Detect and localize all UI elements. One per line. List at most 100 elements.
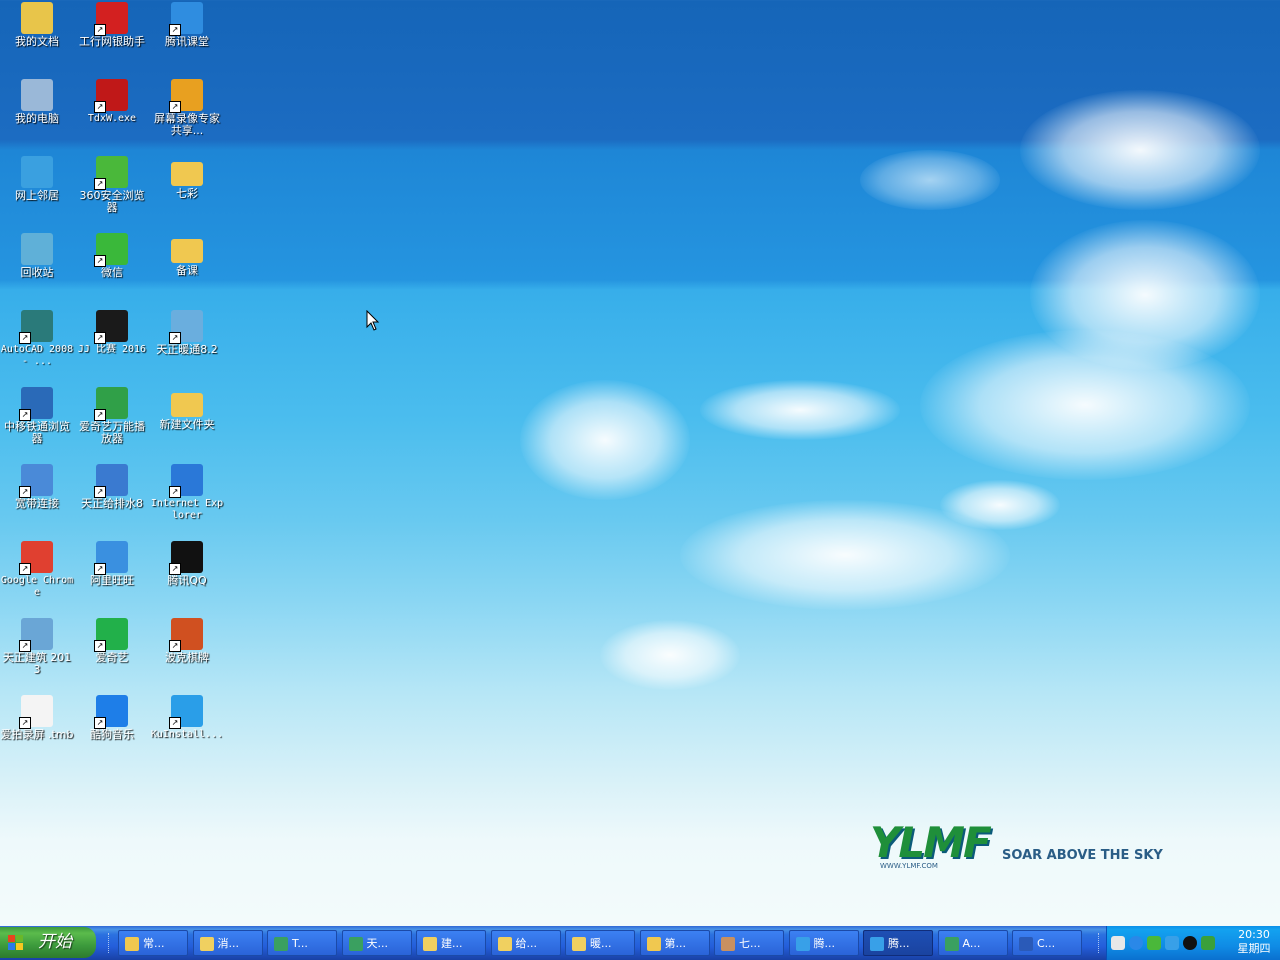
desktop-icon-folder[interactable]: 新建文件夹 <box>150 387 224 431</box>
desktop-icon-iqiyi-player[interactable]: ↗ 爱奇艺万能播放器 <box>75 387 149 445</box>
desktop-icon-label: 我的文档 <box>15 35 59 48</box>
desktop-icon-kuinstall[interactable]: ↗ KuInstall... <box>150 695 224 741</box>
start-button[interactable]: 开始 <box>0 927 96 958</box>
help-icon <box>423 937 437 951</box>
tangent-water-icon: ↗ <box>94 464 128 498</box>
taskbar-button-help[interactable]: 建... <box>416 930 486 956</box>
desktop-icon-label: Internet Explorer <box>150 498 224 521</box>
taskbar-button-label: 七... <box>739 937 761 950</box>
desktop-icon-iqiyi[interactable]: ↗ 爱奇艺 <box>75 618 149 664</box>
tencent-icon <box>795 937 810 951</box>
chevron-left-icon[interactable] <box>1129 936 1143 950</box>
ie-icon: ↗ <box>169 464 203 498</box>
desktop-icon-label: 工行网银助手 <box>79 35 145 48</box>
desktop-icon-label: 屏幕录像专家 共享... <box>154 112 220 137</box>
desktop-icon-browser-360[interactable]: ↗ 360安全浏览器 <box>75 156 149 214</box>
tencent-tray-icon[interactable] <box>1165 936 1179 950</box>
desktop-icon-broadband[interactable]: ↗ 宽带连接 <box>0 464 74 510</box>
folder-icon <box>171 239 203 263</box>
desktop-icon-label: 爱拍录屏 .tmb <box>0 728 74 741</box>
quicklaunch-grip[interactable] <box>108 933 112 953</box>
shortcut-arrow-icon: ↗ <box>169 486 181 498</box>
desktop-icon-ie[interactable]: ↗ Internet Explorer <box>150 464 224 522</box>
desktop-icon-recycle-bin[interactable]: 回收站 <box>0 233 74 279</box>
tray-grip[interactable] <box>1098 933 1102 953</box>
taskbar-button-label: 给... <box>515 937 538 950</box>
taskbar-button-word[interactable]: C... <box>1012 930 1082 956</box>
taskbar-button-tencent[interactable]: 腾... <box>863 930 933 956</box>
autocad-icon: ↗ <box>19 310 53 344</box>
shortcut-arrow-icon: ↗ <box>94 486 106 498</box>
poker-icon: ↗ <box>169 618 203 652</box>
desktop-icon-autocad[interactable]: ↗ AutoCAD 2008 - ... <box>0 310 74 368</box>
taskbar-button-app[interactable]: T... <box>267 930 337 956</box>
browser-360-icon: ↗ <box>94 156 128 190</box>
desktop-icon-label: 阿里旺旺 <box>90 574 134 587</box>
taskbar: 开始 常... 消... T... 天... 建... 给... 暖... 第... 七... 腾… <box>0 926 1280 960</box>
keyboard-icon[interactable] <box>1111 936 1125 950</box>
desktop-icon-jj[interactable]: ↗ JJ 比赛 2016 <box>75 310 149 356</box>
desktop-icon-tangent-water[interactable]: ↗ 天正给排水8 <box>75 464 149 510</box>
chrome-icon: ↗ <box>19 541 53 575</box>
shortcut-arrow-icon: ↗ <box>94 255 106 267</box>
desktop-icon-tangent-hvac[interactable]: ↗ 天正暖通8.2 <box>150 310 224 356</box>
desktop-icon-label: 天正建筑 2013 <box>2 651 72 676</box>
word-icon <box>1019 937 1033 951</box>
shortcut-arrow-icon: ↗ <box>19 486 31 498</box>
desktop-icon-label: 回收站 <box>20 266 54 279</box>
desktop-icon-poker[interactable]: ↗ 波克棋牌 <box>150 618 224 664</box>
taskbar-button-label: C... <box>1037 937 1056 950</box>
recycle-bin-icon <box>21 233 53 265</box>
desktop-icon-file[interactable]: ↗ 爱拍录屏 .tmb <box>0 695 74 741</box>
taskbar-button-app[interactable]: 天... <box>341 930 412 956</box>
shortcut-arrow-icon: ↗ <box>169 640 181 652</box>
desktop-icon-label: 酷狗音乐 <box>90 728 134 741</box>
desktop-icon-kugou[interactable]: ↗ 酷狗音乐 <box>75 695 149 741</box>
desktop-icon-browser-cmtt[interactable]: ↗ 中移铁通浏览器 <box>0 387 74 445</box>
desktop-icon-qq[interactable]: ↗ 腾讯QQ <box>150 541 224 587</box>
taskbar-button-photo[interactable]: 七... <box>714 930 784 956</box>
taskbar-button-tencent[interactable]: 腾... <box>788 930 859 956</box>
desktop-icon-folder[interactable]: 七彩 <box>150 156 224 200</box>
desktop-icon-aliwangwang[interactable]: ↗ 阿里旺旺 <box>75 541 149 587</box>
shortcut-arrow-icon: ↗ <box>94 178 106 190</box>
taskbar-button-folder[interactable]: 常... <box>118 930 188 956</box>
desktop-icon-tencent-class[interactable]: ↗ 腾讯课堂 <box>150 2 224 48</box>
desktop-icon-screen-recorder[interactable]: ↗ 屏幕录像专家 共享... <box>150 79 224 137</box>
photo-icon <box>721 937 735 951</box>
desktop-icon-icbc[interactable]: ↗ 工行网银助手 <box>75 2 149 48</box>
taskbar-button-folder[interactable]: 第... <box>639 930 710 956</box>
taskbar-button-label: 建... <box>441 937 463 950</box>
desktop-icon-label: 我的电脑 <box>15 112 59 125</box>
qq-tray-icon[interactable] <box>1183 936 1197 950</box>
desktop-icon-chrome[interactable]: ↗ Google Chrome <box>0 541 74 599</box>
desktop-icon-network[interactable]: 网上邻居 <box>0 156 74 202</box>
app-icon <box>944 937 959 951</box>
desktop-icon-label: 天正给排水8 <box>81 497 143 510</box>
desktop-icon-label: 爱奇艺万能播放器 <box>79 420 145 445</box>
taskbar-button-help[interactable]: 给... <box>490 930 561 956</box>
shortcut-arrow-icon: ↗ <box>94 332 106 344</box>
desktop-icon-label: AutoCAD 2008 - ... <box>0 344 74 367</box>
desktop-icon-computer[interactable]: 我的电脑 <box>0 79 74 125</box>
clock[interactable]: 20:30 星期四 <box>1229 928 1279 956</box>
taskbar-button-label: 第... <box>664 937 687 950</box>
logo-tagline: SOAR ABOVE THE SKY <box>1002 848 1163 863</box>
taskbar-button-help[interactable]: 暖... <box>565 930 635 956</box>
taskbar-button-label: A... <box>962 937 981 950</box>
desktop-icon-tdx[interactable]: ↗ TdxW.exe <box>75 79 149 125</box>
shortcut-arrow-icon: ↗ <box>19 332 31 344</box>
shortcut-arrow-icon: ↗ <box>169 717 181 729</box>
desktop-icon-label: 波克棋牌 <box>165 651 209 664</box>
shield-icon[interactable] <box>1201 936 1215 950</box>
desktop-icon-wechat[interactable]: ↗ 微信 <box>75 233 149 279</box>
desktop-icon-documents[interactable]: 我的文档 <box>0 2 74 48</box>
taskbar-button-app[interactable]: A... <box>937 930 1008 956</box>
taskbar-button-label: 腾... <box>888 937 910 950</box>
desktop-icon-label: 微信 <box>101 266 123 279</box>
desktop-icon-tangent-arch[interactable]: ↗ 天正建筑 2013 <box>0 618 74 676</box>
taskbar-button-help[interactable]: 消... <box>192 930 263 956</box>
shortcut-arrow-icon: ↗ <box>169 101 181 113</box>
network-tray-icon[interactable] <box>1147 936 1161 950</box>
desktop-icon-folder[interactable]: 备课 <box>150 233 224 277</box>
